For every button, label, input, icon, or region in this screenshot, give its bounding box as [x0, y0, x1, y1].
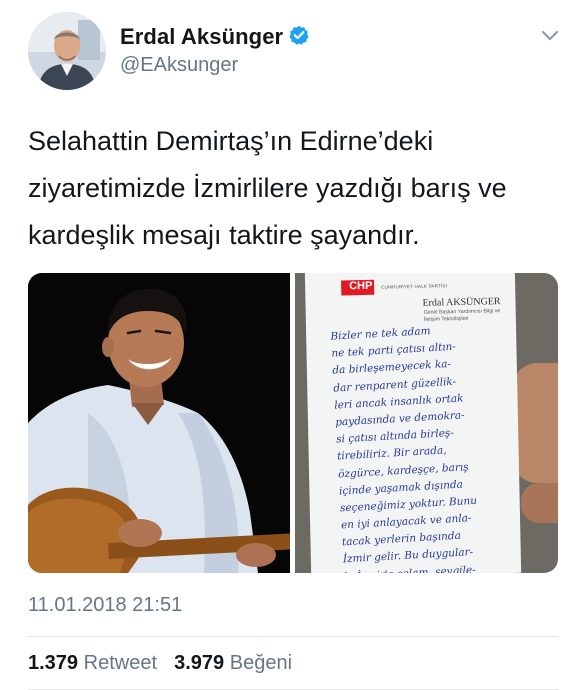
- like-label: Beğeni: [229, 652, 293, 674]
- author-handle[interactable]: @EAksunger: [120, 54, 238, 77]
- handwritten-letter: CHP CUMHURİYET HALK PARTİSİ Erdal AKSÜNG…: [304, 273, 522, 573]
- profile-photo: [28, 12, 106, 90]
- retweet-stat[interactable]: 1.379 Retweet: [28, 652, 163, 674]
- avatar[interactable]: [28, 12, 106, 90]
- like-stat[interactable]: 3.979 Beğeni: [174, 652, 292, 674]
- letterhead-logo: CHP: [349, 279, 373, 293]
- tweet-card: Erdal Aksünger @EAksunger Selahattin Dem…: [0, 0, 586, 690]
- tweet-text-line: ziyaretimizde İzmirlilere yazdığı barış …: [28, 173, 507, 203]
- tweet-timestamp[interactable]: 11.01.2018 21:51: [28, 594, 182, 617]
- chevron-down-icon[interactable]: [541, 30, 559, 42]
- tweet-text: Selahattin Demirtaş’ın Edirne’deki ziyar…: [28, 118, 563, 259]
- letterhead-name: Erdal AKSÜNGER: [422, 296, 501, 309]
- verified-badge-icon: [289, 25, 309, 45]
- tweet-stats: 1.379 Retweet 3.979 Beğeni: [28, 652, 292, 675]
- media-photo-1[interactable]: [28, 273, 290, 573]
- tweet-text-line: Selahattin Demirtaş’ın Edirne’deki: [28, 126, 434, 156]
- handwritten-message: Bizler ne tek adam ne tek parti çatısı a…: [330, 318, 534, 573]
- author-name[interactable]: Erdal Aksünger: [120, 24, 283, 50]
- letterhead-party: CUMHURİYET HALK PARTİSİ: [381, 283, 448, 290]
- man-playing-saz-photo: [28, 273, 290, 573]
- media-photo-2[interactable]: CHP CUMHURİYET HALK PARTİSİ Erdal AKSÜNG…: [295, 273, 558, 573]
- tweet-text-line: kardeşlik mesajı taktire şayandır.: [28, 220, 420, 250]
- retweet-label: Retweet: [83, 652, 157, 674]
- divider: [28, 636, 558, 637]
- retweet-count: 1.379: [28, 652, 79, 674]
- like-count: 3.979: [174, 652, 225, 674]
- tweet-media: CHP CUMHURİYET HALK PARTİSİ Erdal AKSÜNG…: [28, 273, 558, 573]
